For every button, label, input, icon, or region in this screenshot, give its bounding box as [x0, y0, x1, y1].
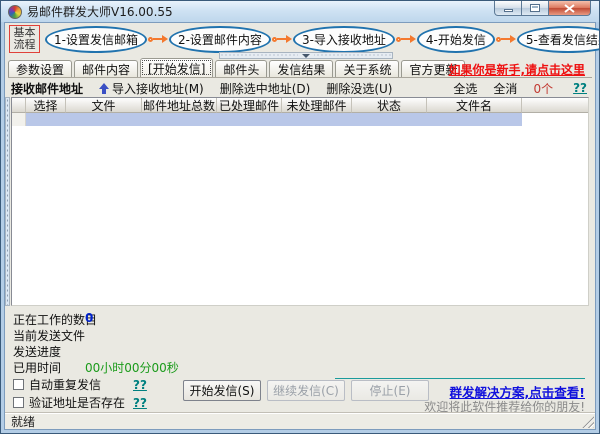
verify-address-help-link[interactable]: ??	[133, 396, 147, 410]
send-progress-label: 发送进度	[13, 343, 61, 360]
app-icon	[8, 5, 22, 19]
import-icon	[99, 83, 109, 94]
col-processed[interactable]: 已处理邮件	[217, 98, 282, 113]
table-header-row: 选择 文件 邮件地址总数 已处理邮件 未处理邮件 状态 文件名	[12, 98, 588, 113]
row-selector-header	[12, 98, 26, 113]
flow-step-5: 5-查看发信结果	[517, 26, 600, 53]
arrow-right-icon	[396, 35, 416, 43]
tab-mail-content[interactable]: 邮件内容	[74, 60, 138, 77]
start-sending-button[interactable]: 开始发信(S)	[183, 380, 261, 401]
arrow-right-icon	[148, 35, 168, 43]
col-select[interactable]: 选择	[26, 98, 66, 113]
arrow-right-icon	[272, 35, 292, 43]
elapsed-time-value: 00小时00分00秒	[85, 359, 179, 376]
col-file[interactable]: 文件	[66, 98, 142, 113]
auto-repeat-row: 自动重复发信 ??	[13, 376, 147, 393]
workflow-diagram: 基本 流程 1-设置发信邮箱 2-设置邮件内容 3-导入接收地址 4-开始发信 …	[9, 26, 593, 52]
flow-step-3: 3-导入接收地址	[293, 26, 395, 53]
table-row[interactable]	[12, 113, 588, 126]
status-bar: 就绪	[5, 412, 595, 429]
window-title: 易邮件群发大师V16.00.55	[27, 3, 173, 20]
close-icon	[564, 4, 575, 13]
stop-button[interactable]: 停止(E)	[351, 380, 429, 401]
auto-repeat-label[interactable]: 自动重复发信	[29, 376, 133, 393]
current-file-label: 当前发送文件	[13, 327, 85, 344]
delete-selected-button[interactable]: 删除选中地址(D)	[220, 80, 311, 97]
tab-send-results[interactable]: 发信结果	[269, 60, 333, 77]
verify-address-label[interactable]: 验证地址是否存在	[29, 394, 133, 411]
continue-sending-button[interactable]: 继续发信(C)	[267, 380, 345, 401]
tab-start-sending[interactable]: [开始发信]	[140, 58, 213, 77]
chevron-down-icon	[302, 54, 310, 58]
col-filename[interactable]: 文件名	[427, 98, 522, 113]
flow-step-4: 4-开始发信	[417, 26, 495, 53]
address-toolbar: 接收邮件地址 导入接收地址(M) 删除选中地址(D) 删除没选(U) 全选 全消…	[11, 80, 587, 96]
main-content: 基本 流程 1-设置发信邮箱 2-设置邮件内容 3-导入接收地址 4-开始发信 …	[4, 22, 596, 430]
flow-step-1: 1-设置发信邮箱	[45, 26, 147, 53]
window-controls	[494, 1, 591, 16]
close-button[interactable]	[549, 1, 591, 16]
minimize-button[interactable]	[494, 1, 522, 16]
resize-grip[interactable]	[581, 415, 594, 428]
promo-divider	[335, 378, 585, 379]
newbie-help-link[interactable]: 如果你是新手,请点击这里	[448, 61, 585, 78]
horizontal-splitter[interactable]	[219, 52, 393, 59]
app-window: 易邮件群发大师V16.00.55 基本 流程 1-设置发信邮箱 2-设置邮件内容…	[0, 0, 600, 434]
import-addresses-button[interactable]: 导入接收地址(M)	[112, 80, 204, 97]
tab-about-system[interactable]: 关于系统	[335, 60, 399, 77]
auto-repeat-checkbox[interactable]	[13, 379, 24, 390]
basic-flow-label: 基本 流程	[9, 25, 40, 53]
col-filler	[522, 98, 588, 113]
select-all-button[interactable]: 全选	[453, 80, 477, 97]
selected-empty-row	[26, 113, 522, 126]
toolbar-help-link[interactable]: ??	[573, 81, 587, 95]
status-bar-text: 就绪	[11, 413, 35, 430]
col-unprocessed[interactable]: 未处理邮件	[282, 98, 352, 113]
tab-mail-header[interactable]: 邮件头	[215, 60, 267, 77]
maximize-button[interactable]	[522, 1, 549, 16]
tab-parameter-settings[interactable]: 参数设置	[8, 60, 72, 77]
action-buttons: 开始发信(S) 继续发信(C) 停止(E)	[183, 380, 429, 401]
elapsed-time-label: 已用时间	[13, 359, 61, 376]
receive-address-title: 接收邮件地址	[11, 80, 83, 97]
delete-unselected-button[interactable]: 删除没选(U)	[326, 80, 392, 97]
verify-address-row: 验证地址是否存在 ??	[13, 394, 147, 411]
maximize-icon	[530, 4, 540, 12]
vertical-splitter[interactable]	[5, 97, 10, 306]
working-count-value: 0	[85, 311, 93, 325]
deselect-all-button[interactable]: 全消	[493, 80, 517, 97]
col-status[interactable]: 状态	[352, 98, 427, 113]
row-header-cell	[12, 113, 26, 126]
auto-repeat-help-link[interactable]: ??	[133, 378, 147, 392]
flow-step-2: 2-设置邮件内容	[169, 26, 271, 53]
address-count: 0个	[533, 80, 553, 97]
arrow-right-icon	[496, 35, 516, 43]
verify-address-checkbox[interactable]	[13, 397, 24, 408]
col-total-addresses[interactable]: 邮件地址总数	[142, 98, 217, 113]
minimize-icon	[504, 9, 513, 12]
address-table: 选择 文件 邮件地址总数 已处理邮件 未处理邮件 状态 文件名	[11, 97, 589, 306]
